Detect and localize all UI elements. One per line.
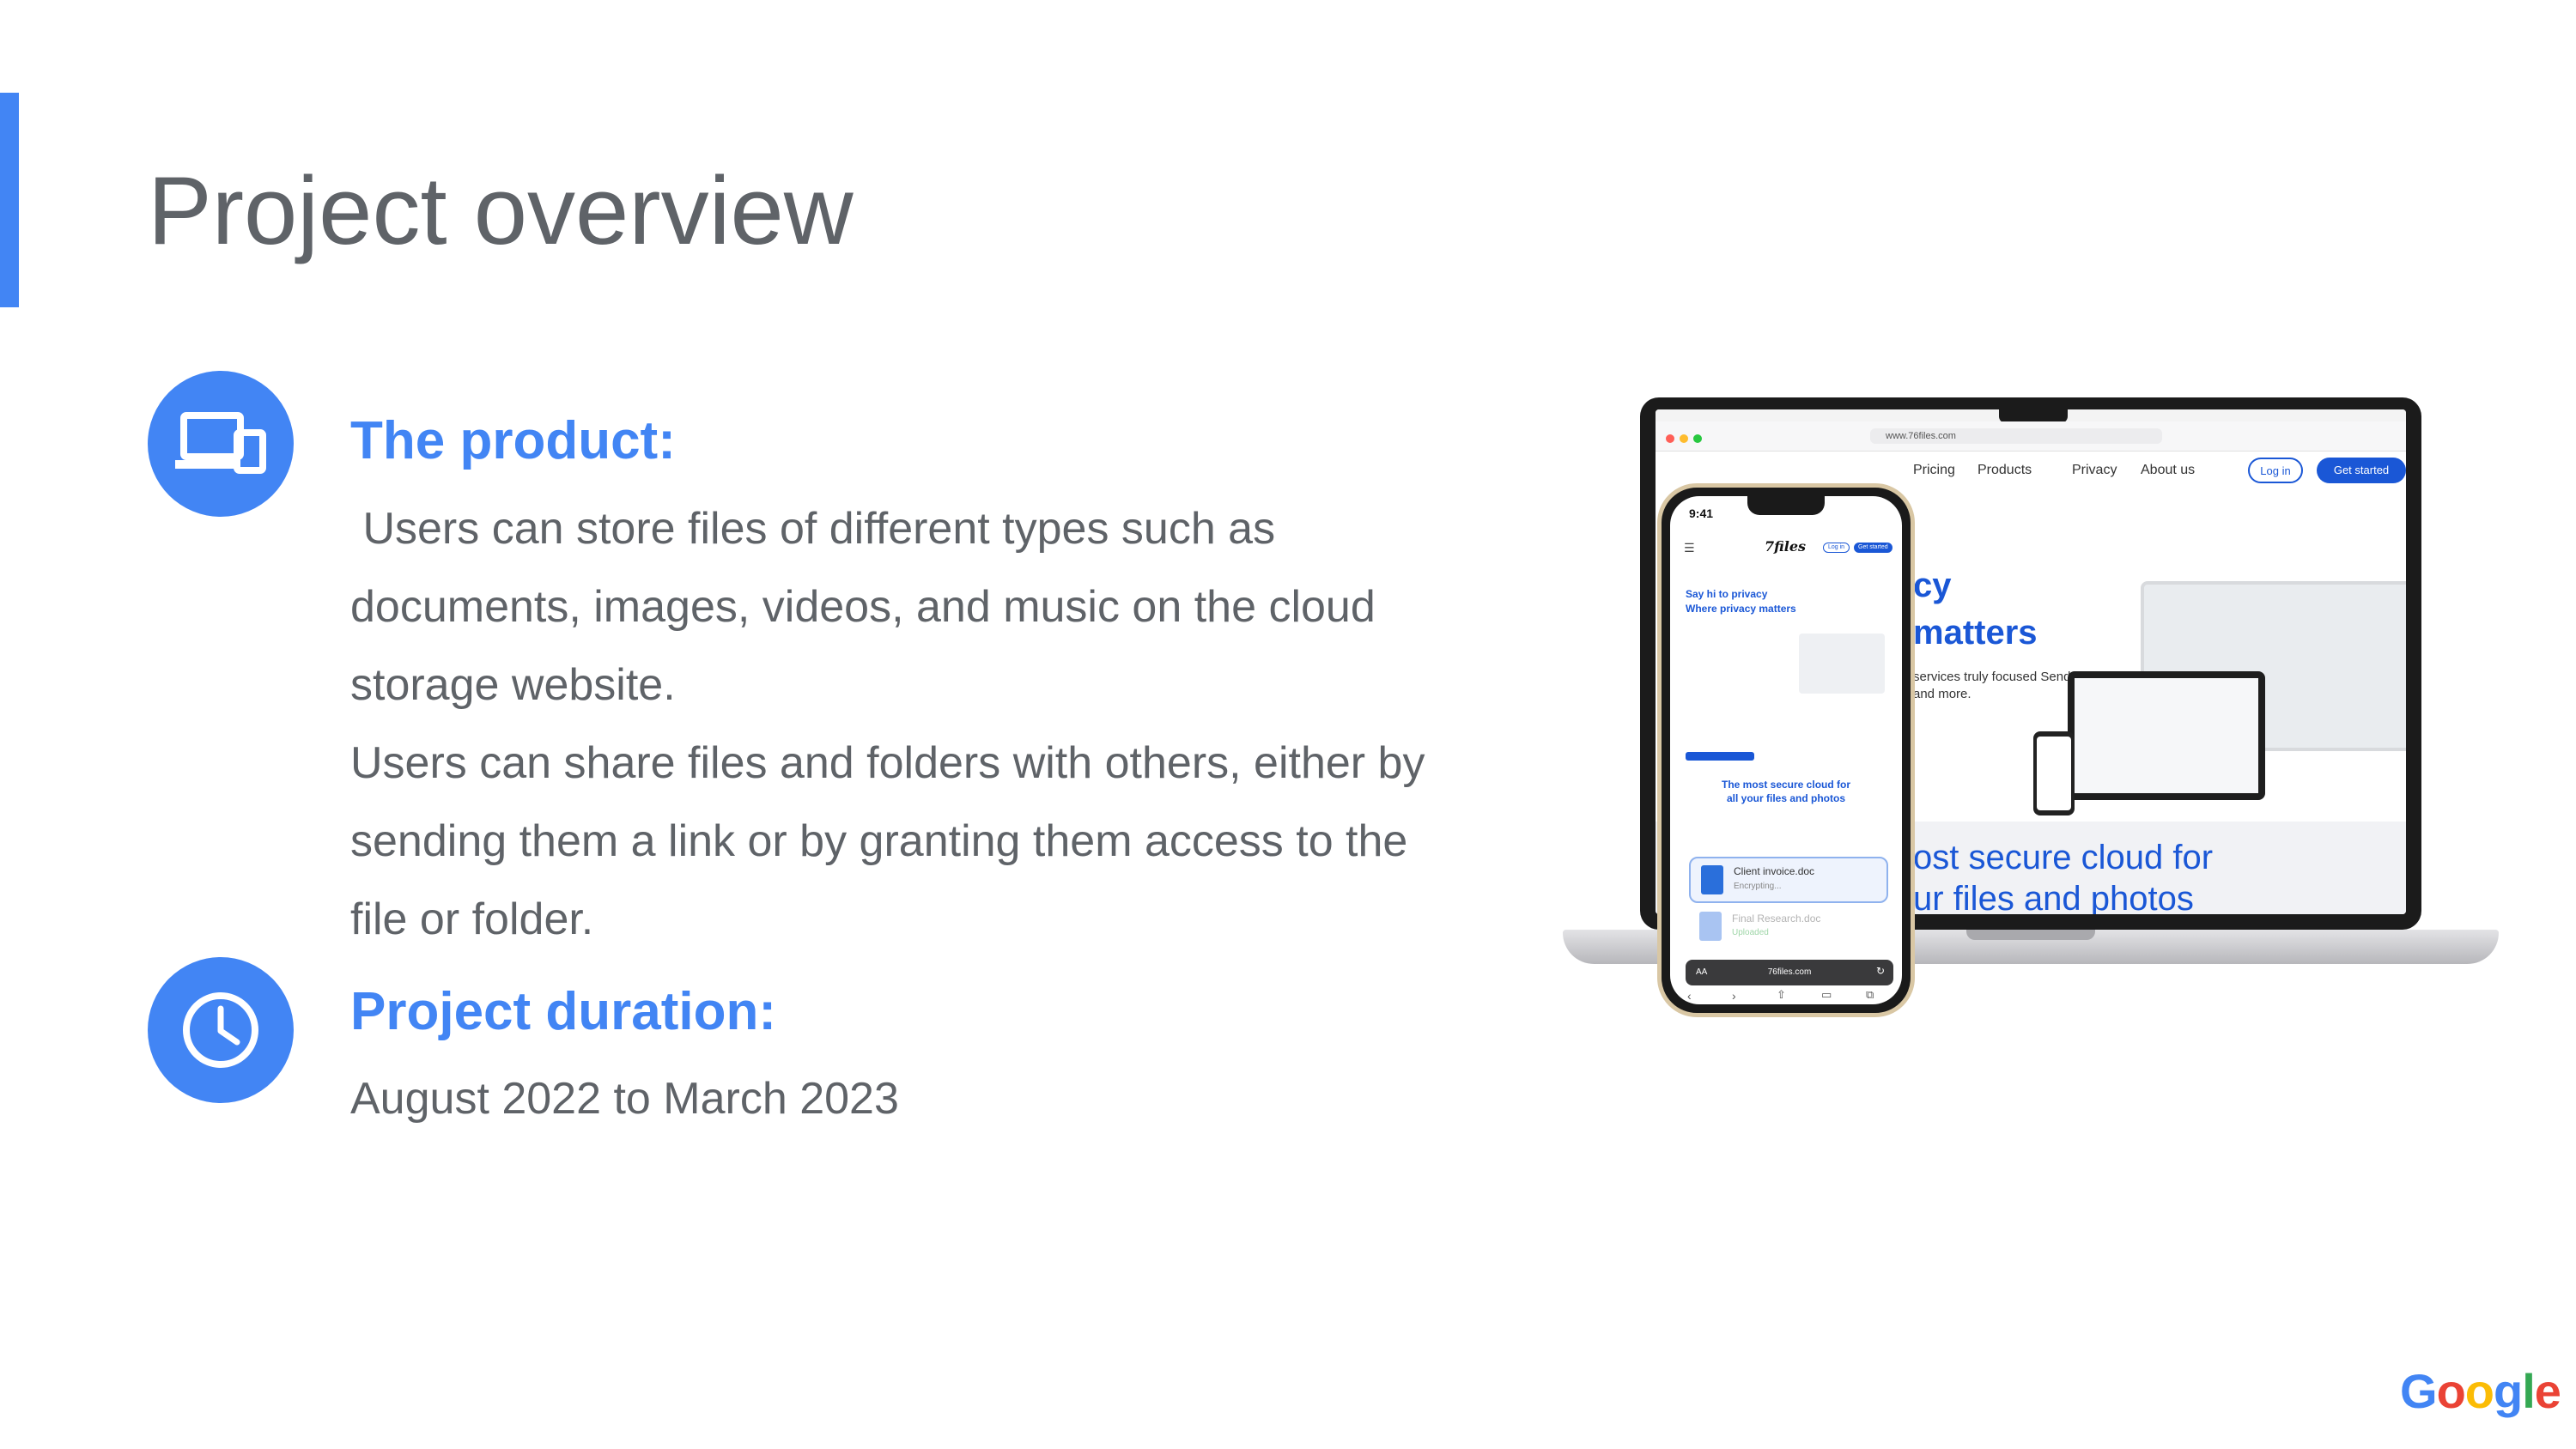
google-logo-letter: l (2522, 1364, 2536, 1418)
device-mockup-image: www.76files.com Pricing Products Privacy… (1563, 391, 2499, 1017)
phone-file-2-status: Uploaded (1732, 928, 1769, 937)
mini-phone-illustration (2033, 731, 2075, 815)
phone-url: 76files.com (1767, 967, 1812, 977)
laptop-hero-line-2: matters (1913, 614, 2038, 652)
product-description: Users can store files of different types… (350, 490, 1467, 959)
phone-file-1-name: Client invoice.doc (1734, 865, 1815, 877)
google-logo-letter: g (2494, 1364, 2523, 1418)
phone-file-2-name: Final Research.doc (1732, 912, 1821, 925)
mini-laptop-illustration (2068, 671, 2265, 800)
phone-logo: 7files (1765, 538, 1807, 555)
phone-address-bar: AA 76files.com ↻ (1686, 960, 1893, 985)
laptop-nav-products: Products (1978, 463, 2032, 477)
phone-file-1-status: Encrypting... (1734, 882, 1782, 891)
clock-icon (148, 957, 294, 1103)
hamburger-menu-icon: ☰ (1684, 541, 1695, 555)
product-paragraph-1: Users can store files of different types… (350, 504, 1388, 710)
devices-icon (148, 371, 294, 517)
phone-section-title-1: The most secure cloud for (1721, 779, 1851, 791)
laptop-login-button: Log in (2248, 458, 2303, 483)
phone-section-title-2: all your files and photos (1726, 792, 1846, 804)
google-logo-letter: G (2400, 1364, 2438, 1418)
laptop-base-groove (1966, 930, 2095, 940)
laptop-feature-line-2: ur files and photos (1913, 880, 2194, 914)
phone-hero-line-1: Say hi to privacy (1686, 588, 1768, 600)
duration-value: August 2022 to March 2023 (350, 1074, 899, 1124)
phone-notch (1747, 496, 1825, 515)
product-heading: The product: (350, 411, 676, 470)
share-icon: ⇧ (1777, 988, 1786, 1001)
google-logo-letter: o (2464, 1364, 2494, 1418)
close-dot-icon (1666, 434, 1674, 443)
phone-time: 9:41 (1689, 506, 1714, 520)
phone-devices-illustration (1799, 634, 1885, 694)
phone-get-started-button: Get started (1854, 543, 1893, 554)
reload-icon: ↻ (1876, 965, 1886, 977)
google-logo: Google (2400, 1367, 2561, 1416)
forward-arrow-icon: › (1732, 989, 1736, 1003)
phone-signup-button (1686, 752, 1754, 761)
phone-hero-line-2: Where privacy matters (1686, 603, 1796, 615)
laptop-feature-title: ost secure cloud for ur files and photos (1913, 837, 2213, 914)
doc-file-faded-icon (1699, 912, 1722, 941)
back-arrow-icon: ‹ (1687, 989, 1692, 1003)
laptop-nav-privacy: Privacy (2072, 463, 2117, 477)
google-logo-letter: o (2436, 1364, 2466, 1418)
duration-heading: Project duration: (350, 982, 777, 1041)
bookmarks-icon: ▭ (1821, 988, 1832, 1001)
browser-toolbar: www.76files.com (1656, 421, 2406, 452)
phone-login-button: Log in (1823, 543, 1850, 554)
doc-file-icon (1701, 865, 1723, 894)
minimize-dot-icon (1680, 434, 1688, 443)
google-logo-letter: e (2534, 1364, 2561, 1418)
title-accent-bar (0, 93, 19, 307)
laptop-nav-pricing: Pricing (1913, 463, 1955, 477)
laptop-hero-subtext: services truly focused Send and more. (1913, 670, 2071, 701)
phone-frame: 9:41 ☰ 7files Log in Get started Say hi … (1657, 483, 1915, 1017)
tabs-icon: ⧉ (1866, 988, 1874, 1001)
phone-file-card-invoice: Client invoice.doc Encrypting... (1689, 857, 1888, 903)
page-title: Project overview (148, 157, 854, 264)
laptop-get-started-button: Get started (2317, 458, 2406, 483)
laptop-feature-line-1: ost secure cloud for (1913, 839, 2214, 876)
laptop-hero-line-1: cy (1913, 567, 1952, 604)
laptop-nav-about: About us (2141, 463, 2196, 477)
phone-screen: 9:41 ☰ 7files Log in Get started Say hi … (1670, 496, 1902, 1004)
product-paragraph-2: Users can share files and folders with o… (350, 738, 1425, 944)
zoom-dot-icon (1693, 434, 1702, 443)
browser-url-field: www.76files.com (1870, 428, 2162, 444)
